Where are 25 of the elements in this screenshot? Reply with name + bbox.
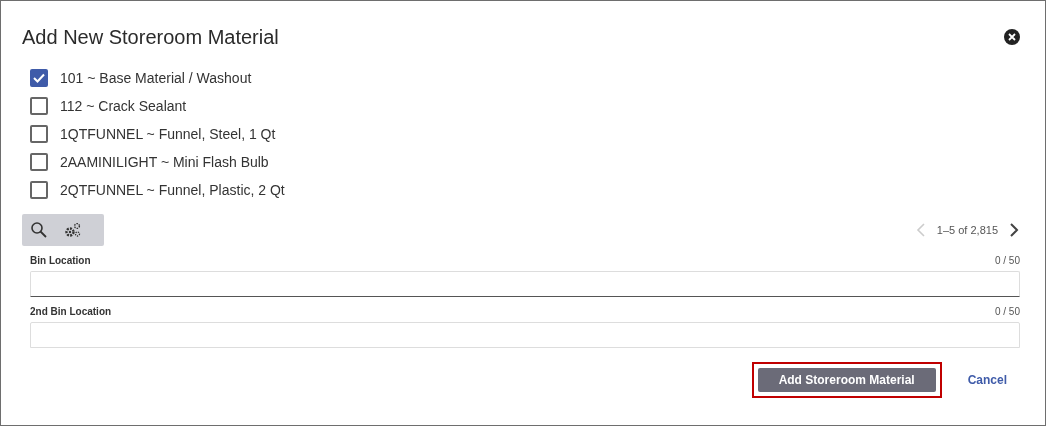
material-label: 101 ~ Base Material / Washout <box>60 70 252 86</box>
checkbox[interactable] <box>30 125 48 143</box>
close-button[interactable] <box>1004 29 1020 45</box>
checkbox[interactable] <box>30 181 48 199</box>
material-label: 1QTFUNNEL ~ Funnel, Steel, 1 Qt <box>60 126 276 142</box>
field-label: Bin Location <box>30 255 91 266</box>
next-page-button[interactable] <box>1008 222 1020 238</box>
add-button[interactable]: Add Storeroom Material <box>757 368 936 392</box>
input-field[interactable] <box>30 271 1020 297</box>
checkbox[interactable] <box>30 69 48 87</box>
dialog-title: Add New Storeroom Material <box>22 25 279 49</box>
input-field[interactable] <box>30 322 1020 348</box>
search-icon <box>30 221 48 239</box>
character-counter: 0 / 50 <box>994 255 1020 266</box>
material-label: 2QTFUNNEL ~ Funnel, Plastic, 2 Qt <box>60 182 285 198</box>
checkbox[interactable] <box>30 153 48 171</box>
material-label: 112 ~ Crack Sealant <box>60 98 187 114</box>
cancel-button[interactable]: Cancel <box>967 373 1007 387</box>
close-icon <box>1008 33 1016 41</box>
page-range: 1–5 of 2,815 <box>936 224 998 236</box>
field-label: 2nd Bin Location <box>30 306 112 317</box>
gears-icon <box>64 222 82 238</box>
checkbox[interactable] <box>30 97 48 115</box>
character-counter: 0 / 50 <box>994 306 1020 317</box>
material-label: 2AAMINILIGHT ~ Mini Flash Bulb <box>60 154 269 170</box>
